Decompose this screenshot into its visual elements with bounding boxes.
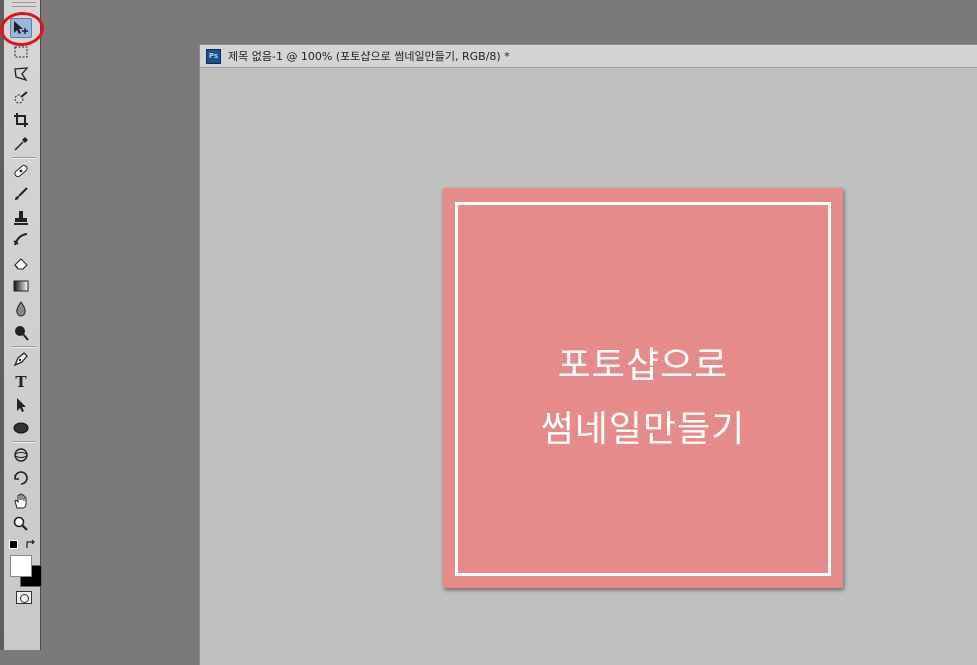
history-brush-tool-button[interactable]: [10, 230, 32, 250]
foreground-color-swatch[interactable]: [10, 555, 32, 577]
3d-rotate-tool-button[interactable]: [10, 445, 32, 465]
path-selection-icon: [17, 398, 26, 412]
clone-stamp-icon: [14, 211, 28, 225]
document-window: Ps 제목 없음-1 @ 100% (포토샵으로 썸네일만들기, RGB/8) …: [199, 44, 977, 665]
pen-icon: [13, 352, 28, 367]
zoom-tool-button[interactable]: [10, 514, 32, 534]
tools-panel: T: [4, 0, 42, 650]
crop-tool-button[interactable]: [10, 110, 32, 130]
canvas-text-line2: 썸네일만들기: [540, 409, 746, 450]
tool-separator: [12, 346, 36, 348]
hand-tool-button[interactable]: [10, 491, 32, 511]
pen-tool-button[interactable]: [10, 349, 32, 369]
path-selection-tool-button[interactable]: [10, 395, 32, 415]
eyedropper-tool-button[interactable]: [10, 134, 32, 154]
brush-icon: [15, 187, 28, 200]
document-titlebar[interactable]: Ps 제목 없음-1 @ 100% (포토샵으로 썸네일만들기, RGB/8) …: [200, 45, 977, 68]
3d-orbit-icon: [14, 471, 28, 485]
history-brush-icon: [13, 233, 28, 246]
photoshop-document-icon: Ps: [206, 48, 221, 64]
swap-colors-icon[interactable]: [25, 538, 37, 550]
gradient-icon: [13, 280, 29, 292]
crop-icon: [14, 113, 28, 127]
type-icon: T: [15, 373, 27, 391]
thumbnail-canvas[interactable]: 포토샵으로 썸네일만들기: [443, 188, 843, 588]
canvas-text-line1: 포토샵으로: [557, 345, 729, 386]
clone-stamp-tool-button[interactable]: [10, 208, 32, 228]
brush-tool-button[interactable]: [10, 184, 32, 204]
eraser-icon: [14, 258, 28, 270]
quick-mask-icon[interactable]: [16, 591, 32, 604]
tool-separator: [12, 157, 36, 159]
zoom-icon: [13, 516, 28, 531]
ellipse-icon: [13, 422, 29, 434]
blur-tool-button[interactable]: [10, 299, 32, 319]
3d-orbit-tool-button[interactable]: [10, 468, 32, 488]
eyedropper-icon: [14, 137, 28, 151]
quick-selection-tool-button[interactable]: [10, 88, 32, 108]
healing-brush-icon: [14, 164, 28, 178]
default-colors-icon[interactable]: [9, 540, 18, 549]
quick-selection-icon: [14, 91, 28, 104]
canvas-workspace[interactable]: 포토샵으로 썸네일만들기: [200, 68, 977, 665]
gradient-tool-button[interactable]: [10, 276, 32, 296]
dodge-icon: [15, 326, 29, 341]
type-tool-button[interactable]: T: [10, 372, 32, 392]
polygonal-lasso-icon: [14, 67, 29, 82]
white-border-frame: [455, 202, 831, 576]
blur-drop-icon: [16, 301, 26, 317]
document-title: 제목 없음-1 @ 100% (포토샵으로 썸네일만들기, RGB/8) *: [228, 50, 510, 63]
hand-icon: [14, 493, 27, 509]
3d-rotate-icon: [14, 448, 28, 462]
dodge-tool-button[interactable]: [10, 323, 32, 343]
lasso-tool-button[interactable]: [10, 64, 32, 84]
eraser-tool-button[interactable]: [10, 253, 32, 273]
tool-separator: [12, 441, 36, 443]
ellipse-tool-button[interactable]: [10, 418, 32, 438]
healing-brush-tool-button[interactable]: [10, 161, 32, 181]
panel-grip[interactable]: [12, 2, 36, 7]
